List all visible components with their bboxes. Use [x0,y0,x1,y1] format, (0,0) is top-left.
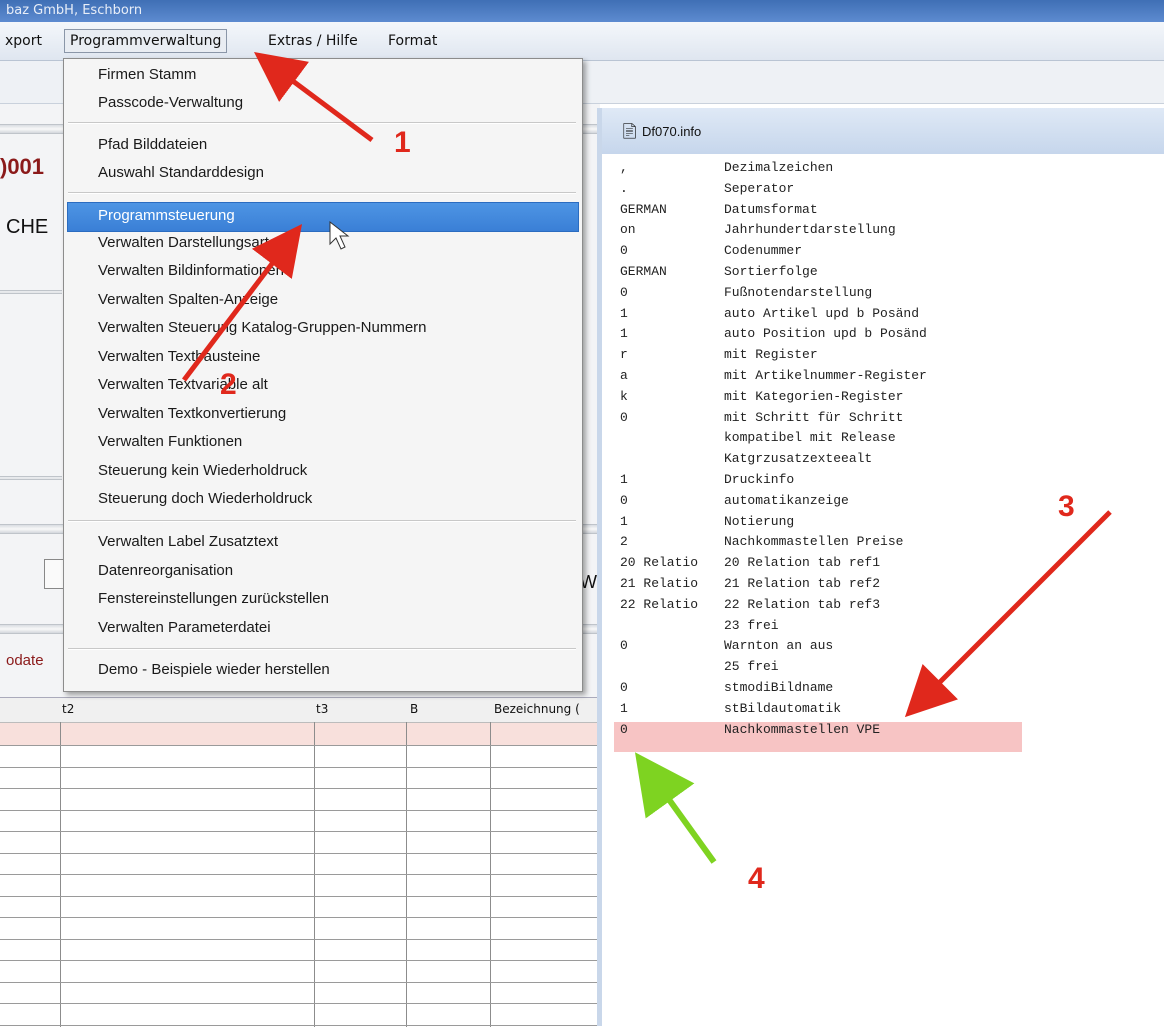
arrow-1 [253,52,374,143]
annotation-number-3: 3 [1058,490,1075,523]
arrow-4 [634,752,717,864]
annotation-number-4: 4 [748,862,765,895]
annotation-overlay [182,52,1112,864]
annotation-number-2: 2 [220,368,237,401]
arrow-2 [182,224,303,382]
annotation-number-1: 1 [394,126,411,159]
mouse-cursor-icon [329,220,350,250]
arrow-3 [904,510,1112,718]
